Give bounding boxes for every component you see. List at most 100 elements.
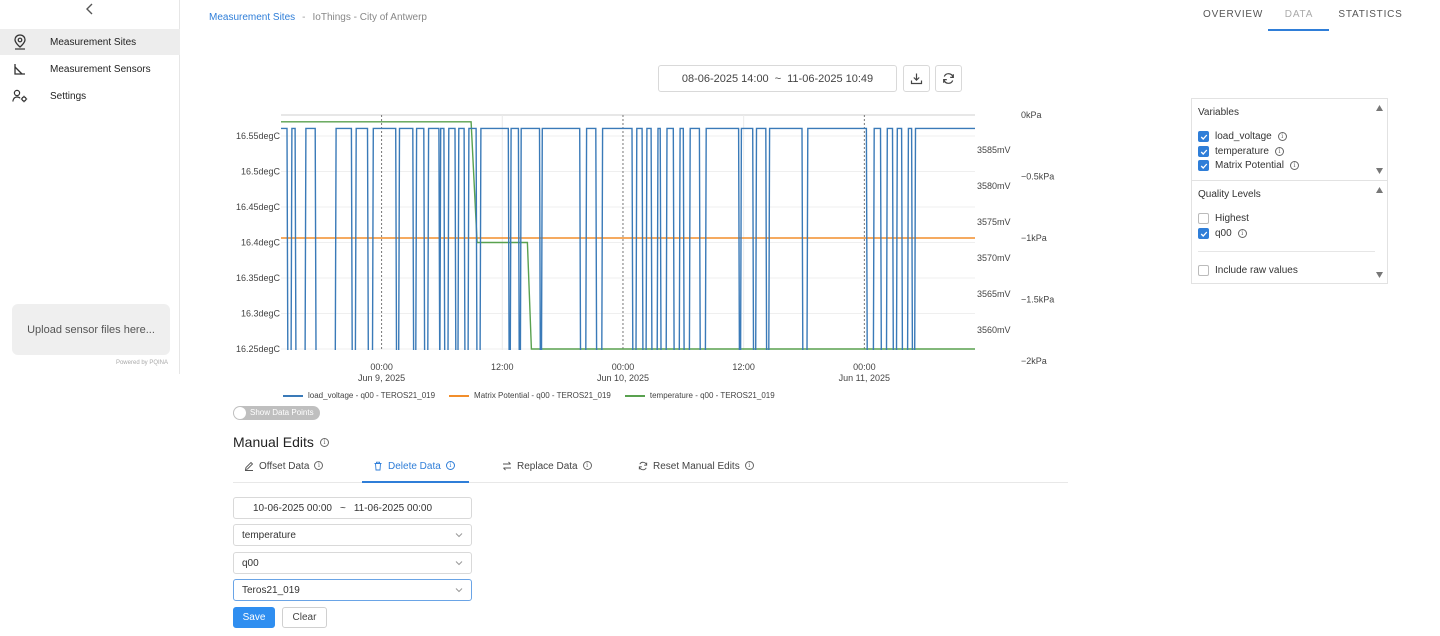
legend-label: Matrix Potential - q00 - TEROS21_019 (474, 391, 611, 400)
trash-icon (373, 461, 383, 474)
checkbox-label: temperature (1215, 146, 1269, 157)
scroll-down-icon[interactable] (1375, 167, 1384, 175)
info-icon[interactable]: i (1237, 229, 1247, 238)
quality-select-value: q00 (242, 557, 259, 569)
y-tick-label-mv: 3560mV (977, 325, 1011, 335)
checkbox[interactable] (1198, 228, 1209, 239)
info-icon[interactable]: i (582, 461, 592, 470)
include-raw-values-checkbox[interactable]: Include raw values (1198, 265, 1298, 276)
checkbox[interactable] (1198, 131, 1209, 142)
checkbox-label: Highest (1215, 213, 1249, 224)
sensor-select-value: Teros21_019 (242, 584, 300, 596)
user-settings-icon (12, 88, 28, 104)
toggle-knob (234, 407, 246, 419)
manual-edits-title: Manual Edits i (233, 434, 329, 450)
reset-icon (638, 461, 648, 474)
y-tick-label-mv: 3565mV (977, 289, 1011, 299)
info-icon[interactable]: i (314, 461, 324, 470)
tab-label: Replace Data (517, 461, 578, 472)
collapse-sidebar-icon[interactable] (82, 3, 98, 19)
checkbox-label: Matrix Potential (1215, 160, 1284, 171)
y-tick-label-mv: 3570mV (977, 253, 1011, 263)
date-range-picker[interactable]: 08-06-2025 14:00 ~ 11-06-2025 10:49 (658, 65, 897, 92)
info-icon[interactable]: i (445, 461, 455, 470)
variable-select[interactable]: temperature (233, 524, 472, 546)
breadcrumb-link[interactable]: Measurement Sites (209, 12, 295, 23)
powered-by-text: Powered by PQINA (115, 360, 168, 366)
tab-data[interactable]: DATA (1272, 9, 1326, 20)
quality-levels-panel: Quality Levels Highest q00 i Include raw… (1191, 180, 1388, 284)
y-tick-label-kpa: −1kPa (1021, 233, 1047, 243)
sidebar-item-label: Measurement Sensors (50, 63, 151, 75)
chevron-down-icon (455, 588, 463, 593)
variable-checkbox-load-voltage[interactable]: load_voltage i (1198, 131, 1287, 142)
quality-checkbox-highest[interactable]: Highest (1198, 213, 1249, 224)
upload-dropzone[interactable]: Upload sensor files here... (12, 304, 170, 355)
legend-label: temperature - q00 - TEROS21_019 (649, 391, 775, 400)
variable-checkbox-temperature[interactable]: temperature i (1198, 146, 1284, 157)
sensor-angle-icon (12, 61, 28, 77)
info-icon[interactable]: i (319, 437, 329, 447)
scroll-down-icon[interactable] (1375, 271, 1384, 279)
sidebar-item-measurement-sensors[interactable]: Measurement Sensors (0, 56, 180, 82)
save-button[interactable]: Save (233, 607, 275, 628)
legend-item-matrix-potential[interactable]: Matrix Potential - q00 - TEROS21_019 (449, 391, 611, 400)
checkbox[interactable] (1198, 160, 1209, 171)
toggle-label: Show Data Points (250, 408, 314, 417)
y-tick-label-kpa: −2kPa (1021, 356, 1047, 366)
y-tick-label-degc: 16.45degC (236, 202, 281, 212)
show-data-points-toggle[interactable]: Show Data Points (233, 406, 320, 420)
x-tick-label: 12:00 (491, 362, 514, 372)
checkbox[interactable] (1198, 146, 1209, 157)
legend-item-load-voltage[interactable]: load_voltage - q00 - TEROS21_019 (283, 391, 435, 400)
y-tick-label-degc: 16.35degC (236, 273, 281, 283)
y-tick-label-degc: 16.3degC (241, 309, 281, 319)
tab-offset-data[interactable]: Offset Data i (244, 460, 324, 483)
info-icon[interactable]: i (744, 461, 754, 470)
y-tick-label-kpa: −0.5kPa (1021, 172, 1054, 182)
clear-button[interactable]: Clear (282, 607, 327, 628)
refresh-button[interactable] (935, 65, 962, 92)
tab-delete-data[interactable]: Delete Data i (362, 460, 469, 483)
date-range-separator: ~ (774, 72, 782, 85)
tab-statistics[interactable]: STATISTICS (1337, 9, 1404, 20)
sidebar-item-settings[interactable]: Settings (0, 83, 180, 109)
scroll-up-icon[interactable] (1375, 186, 1384, 194)
y-tick-label-mv: 3580mV (977, 181, 1011, 191)
download-button[interactable] (903, 65, 930, 92)
sidebar-item-label: Measurement Sites (50, 36, 137, 48)
swap-icon (502, 461, 512, 474)
tab-replace-data[interactable]: Replace Data i (502, 460, 592, 483)
scroll-up-icon[interactable] (1375, 104, 1384, 112)
y-tick-label-kpa: 0kPa (1021, 110, 1042, 120)
breadcrumb: Measurement Sites - IoThings - City of A… (209, 12, 427, 23)
x-tick-date-label: Jun 10, 2025 (597, 373, 649, 383)
variable-checkbox-matrix-potential[interactable]: Matrix Potential i (1198, 160, 1299, 171)
y-tick-label-degc: 16.4degC (241, 238, 281, 248)
info-icon[interactable]: i (1274, 147, 1284, 156)
y-tick-label-mv: 3585mV (977, 145, 1011, 155)
timeseries-chart[interactable]: 16.55degC 16.5degC 16.45degC 16.4degC 16.35d… (180, 100, 1060, 390)
manual-edit-tabs: Offset Data i Delete Data i Replace Data… (233, 454, 1068, 483)
edit-date-range-picker[interactable]: 10-06-2025 00:00 ~ 11-06-2025 00:00 (233, 497, 472, 519)
y-tick-label-degc: 16.5degC (241, 167, 281, 177)
tab-overview[interactable]: OVERVIEW (1203, 9, 1262, 20)
quality-levels-title: Quality Levels (1198, 189, 1261, 200)
y-tick-label-mv: 3575mV (977, 217, 1011, 227)
quality-select[interactable]: q00 (233, 552, 472, 574)
legend-swatch (283, 394, 303, 397)
sidebar: Measurement Sites Measurement Sensors Se… (0, 0, 180, 374)
x-tick-label: 00:00 (612, 362, 635, 372)
info-icon[interactable]: i (1277, 132, 1287, 141)
legend-item-temperature[interactable]: temperature - q00 - TEROS21_019 (624, 391, 775, 400)
sidebar-item-measurement-sites[interactable]: Measurement Sites (0, 29, 180, 55)
quality-checkbox-q00[interactable]: q00 i (1198, 228, 1247, 239)
location-pin-icon (12, 34, 28, 50)
panel-divider (1198, 251, 1375, 252)
sensor-select[interactable]: Teros21_019 (233, 579, 472, 601)
info-icon[interactable]: i (1289, 161, 1299, 170)
tab-reset-manual-edits[interactable]: Reset Manual Edits i (638, 460, 754, 483)
checkbox[interactable] (1198, 213, 1209, 224)
edit-range-end: 11-06-2025 00:00 (353, 502, 433, 514)
checkbox[interactable] (1198, 265, 1209, 276)
